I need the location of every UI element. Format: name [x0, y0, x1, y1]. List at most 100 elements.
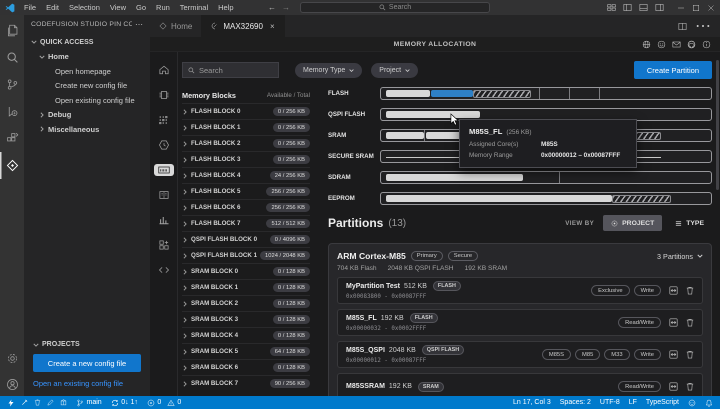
pinmux-tool-icon[interactable]	[150, 82, 178, 107]
tree-item-open-homepage[interactable]: Open homepage	[24, 64, 150, 79]
resize-partition-icon[interactable]	[669, 318, 678, 327]
clock-config-tool-icon[interactable]	[150, 132, 178, 157]
memory-block-row[interactable]: FLASH BLOCK 10 / 256 KB	[182, 119, 310, 135]
tree-item-open-existing-config-file[interactable]: Open existing config file	[24, 93, 150, 108]
github-icon[interactable]	[687, 40, 696, 49]
status-tool-icon[interactable]	[60, 399, 67, 406]
split-editor-icon[interactable]	[678, 22, 687, 31]
partition-row[interactable]: M85S_QSPI2048 KBQSPI FLASH0x00000012 - 0…	[337, 341, 703, 368]
menu-edit[interactable]: Edit	[41, 0, 64, 15]
status-item[interactable]: Ln 17, Col 3	[513, 399, 551, 406]
pin-grid-tool-icon[interactable]	[150, 107, 178, 132]
section-quick-access[interactable]: QUICK ACCESS	[24, 35, 150, 50]
memory-block-row[interactable]: FLASH BLOCK 30 / 256 KB	[182, 151, 310, 167]
memory-block-row[interactable]: SRAM BLOCK 40 / 128 KB	[182, 327, 310, 343]
memory-search-input[interactable]: Search	[182, 62, 279, 78]
memory-block-row[interactable]: QSPI FLASH BLOCK 00 / 4096 KB	[182, 231, 310, 247]
memory-block-row[interactable]: SRAM BLOCK 564 / 128 KB	[182, 343, 310, 359]
group-partition-count[interactable]: 3 Partitions	[657, 252, 703, 261]
project-filter[interactable]: Project	[371, 63, 418, 78]
peripherals-tool-icon[interactable]	[150, 232, 178, 257]
close-button[interactable]	[707, 4, 715, 12]
feedback-icon[interactable]	[657, 40, 666, 49]
bar-segment-active[interactable]	[431, 90, 474, 97]
memory-block-row[interactable]: SRAM BLOCK 10 / 128 KB	[182, 279, 310, 295]
scrollbar[interactable]	[716, 60, 719, 190]
tab-max32690[interactable]: MAX32690 ×	[202, 15, 284, 37]
delete-partition-icon[interactable]	[686, 286, 694, 295]
code-generation-tool-icon[interactable]	[150, 257, 178, 282]
section-projects[interactable]: PROJECTS	[33, 341, 141, 348]
view-by-project-button[interactable]: PROJECT	[603, 215, 662, 231]
memory-type-filter[interactable]: Memory Type	[295, 63, 362, 78]
globe-icon[interactable]	[642, 40, 651, 49]
memory-usage-bar[interactable]	[380, 192, 712, 205]
registers-tool-icon[interactable]	[150, 182, 178, 207]
resize-partition-icon[interactable]	[669, 382, 678, 391]
memory-block-row[interactable]: FLASH BLOCK 7512 / 512 KB	[182, 215, 310, 231]
resize-partition-icon[interactable]	[669, 286, 678, 295]
memory-usage-bar[interactable]	[380, 171, 712, 184]
resize-partition-icon[interactable]	[669, 350, 678, 359]
create-partition-button[interactable]: Create Partition	[634, 61, 712, 79]
menu-file[interactable]: File	[19, 0, 41, 15]
home-tool-icon[interactable]	[150, 57, 178, 82]
memory-block-row[interactable]: FLASH BLOCK 20 / 256 KB	[182, 135, 310, 151]
back-arrow-icon[interactable]: ←	[268, 3, 276, 12]
sidebar-more-actions-icon[interactable]: ⋯	[132, 20, 143, 29]
status-tool-icon[interactable]	[47, 399, 54, 406]
memory-block-row[interactable]: FLASH BLOCK 00 / 256 KB	[182, 103, 310, 119]
forward-arrow-icon[interactable]: →	[282, 3, 290, 12]
memory-block-row[interactable]: SRAM BLOCK 790 / 256 KB	[182, 375, 310, 391]
tree-item-create-new-config-file[interactable]: Create new config file	[24, 79, 150, 94]
delete-partition-icon[interactable]	[686, 318, 694, 327]
memory-usage-bar[interactable]	[380, 87, 712, 100]
mail-icon[interactable]	[672, 40, 681, 49]
memory-block-row[interactable]: FLASH BLOCK 6256 / 256 KB	[182, 199, 310, 215]
menu-selection[interactable]: Selection	[64, 0, 105, 15]
open-config-file-link[interactable]: Open an existing config file	[33, 379, 141, 388]
tab-home[interactable]: Home	[150, 15, 202, 37]
memory-block-row[interactable]: SRAM BLOCK 60 / 128 KB	[182, 359, 310, 375]
problems-indicator[interactable]: 0 0	[147, 399, 181, 407]
codefusion-studio-icon[interactable]	[0, 152, 24, 179]
partition-row[interactable]: MyPartition Test512 KBFLASH0x00083800 - …	[337, 277, 703, 304]
status-tool-icon[interactable]	[34, 399, 41, 406]
menu-view[interactable]: View	[105, 0, 131, 15]
sync-indicator[interactable]: 0↓ 1↑	[111, 399, 138, 407]
toggle-panel-grid-icon[interactable]	[607, 3, 616, 12]
toggle-bottompanel-icon[interactable]	[639, 3, 648, 12]
menu-go[interactable]: Go	[131, 0, 151, 15]
status-item[interactable]: TypeScript	[646, 399, 679, 406]
partition-row[interactable]: M85SSRAM192 KBSRAMRead/Write	[337, 373, 703, 396]
editor-more-actions-icon[interactable]: ⋯	[695, 16, 711, 36]
account-icon[interactable]	[0, 372, 24, 396]
memory-allocation-tool-icon[interactable]	[150, 157, 178, 182]
view-by-type-button[interactable]: TYPE	[667, 215, 712, 231]
memory-block-row[interactable]: SRAM BLOCK 30 / 128 KB	[182, 311, 310, 327]
minimize-button[interactable]	[677, 4, 685, 12]
status-tool-icon[interactable]	[21, 399, 28, 406]
memory-block-row[interactable]: SRAM BLOCK 20 / 128 KB	[182, 295, 310, 311]
close-tab-icon[interactable]: ×	[270, 22, 275, 31]
notifications-bell-icon[interactable]	[705, 399, 713, 407]
status-item[interactable]: LF	[629, 399, 637, 406]
menu-run[interactable]: Run	[151, 0, 175, 15]
feedback-smiley-icon[interactable]	[688, 399, 696, 407]
profiling-chart-tool-icon[interactable]	[150, 207, 178, 232]
delete-partition-icon[interactable]	[686, 382, 694, 391]
source-control-icon[interactable]	[0, 71, 24, 98]
partition-row[interactable]: M85S_FL192 KBFLASH0x00000032 - 0x0002FFF…	[337, 309, 703, 336]
run-debug-icon[interactable]	[0, 98, 24, 125]
toggle-sidebar-icon[interactable]	[623, 3, 632, 12]
create-config-file-button[interactable]: Create a new config file	[33, 354, 141, 372]
tree-item-debug[interactable]: Debug	[24, 108, 150, 123]
extensions-icon[interactable]	[0, 125, 24, 152]
remote-indicator-icon[interactable]	[7, 399, 15, 407]
search-sidebar-icon[interactable]	[0, 44, 24, 71]
git-branch-indicator[interactable]: main	[76, 399, 102, 407]
explorer-icon[interactable]	[0, 17, 24, 44]
memory-block-row[interactable]: FLASH BLOCK 424 / 256 KB	[182, 167, 310, 183]
tree-item-home[interactable]: Home	[24, 50, 150, 65]
memory-block-row[interactable]: SRAM BLOCK 00 / 128 KB	[182, 263, 310, 279]
